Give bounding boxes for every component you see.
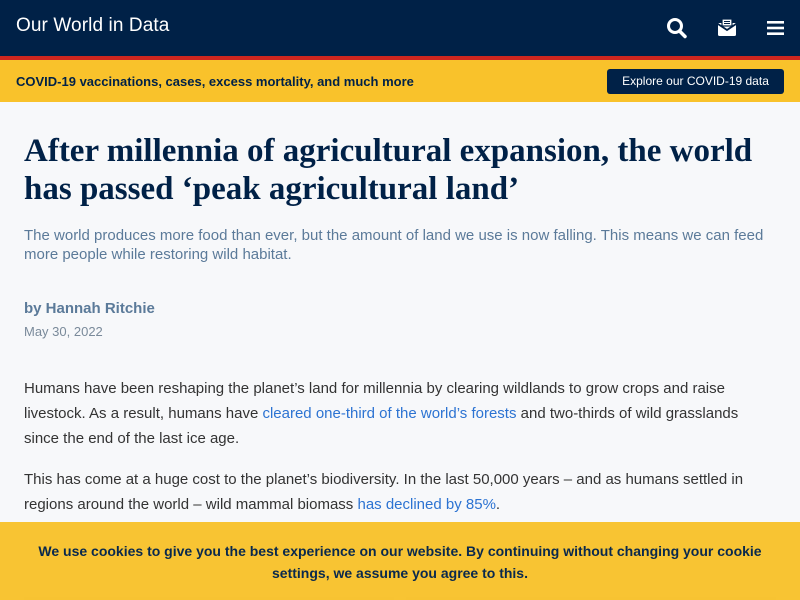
cookie-notice-text: We use cookies to give you the best expe… [38,543,762,581]
cleared-forests-link[interactable]: cleared one-third of the world’s forests [262,405,516,422]
covid-banner-text[interactable]: COVID-19 vaccinations, cases, excess mor… [16,74,414,89]
article-title-line-1: After millennia of agricultural expansio… [24,133,753,169]
covid-banner: COVID-19 vaccinations, cases, excess mor… [0,60,800,102]
paragraph-2-text-end: . [495,496,501,513]
mail-icon[interactable] [716,16,738,40]
article-title-line-2: has passed ‘peak agricultural land’ [24,171,520,207]
explore-covid-data-button[interactable]: Explore our COVID-19 data [607,69,784,94]
article-subtitle: The world produces more food than ever, … [24,227,764,263]
article-author: by Hannah Ritchie [24,300,155,317]
menu-icon[interactable] [765,16,787,40]
cookie-notice[interactable]: We use cookies to give you the best expe… [0,522,800,600]
site-logo[interactable]: Our World in Data [16,15,169,37]
article-date: May 30, 2022 [24,324,103,339]
top-navigation-bar: Our World in Data [0,0,800,56]
article-paragraph-2: This has come at a huge cost to the plan… [24,467,776,517]
search-icon[interactable] [666,16,688,40]
article-paragraph-1: Humans have been reshaping the planet’s … [24,376,776,451]
article-title: After millennia of agricultural expansio… [24,132,784,208]
mammal-biomass-decline-link[interactable]: has declined by 85% [357,496,495,513]
